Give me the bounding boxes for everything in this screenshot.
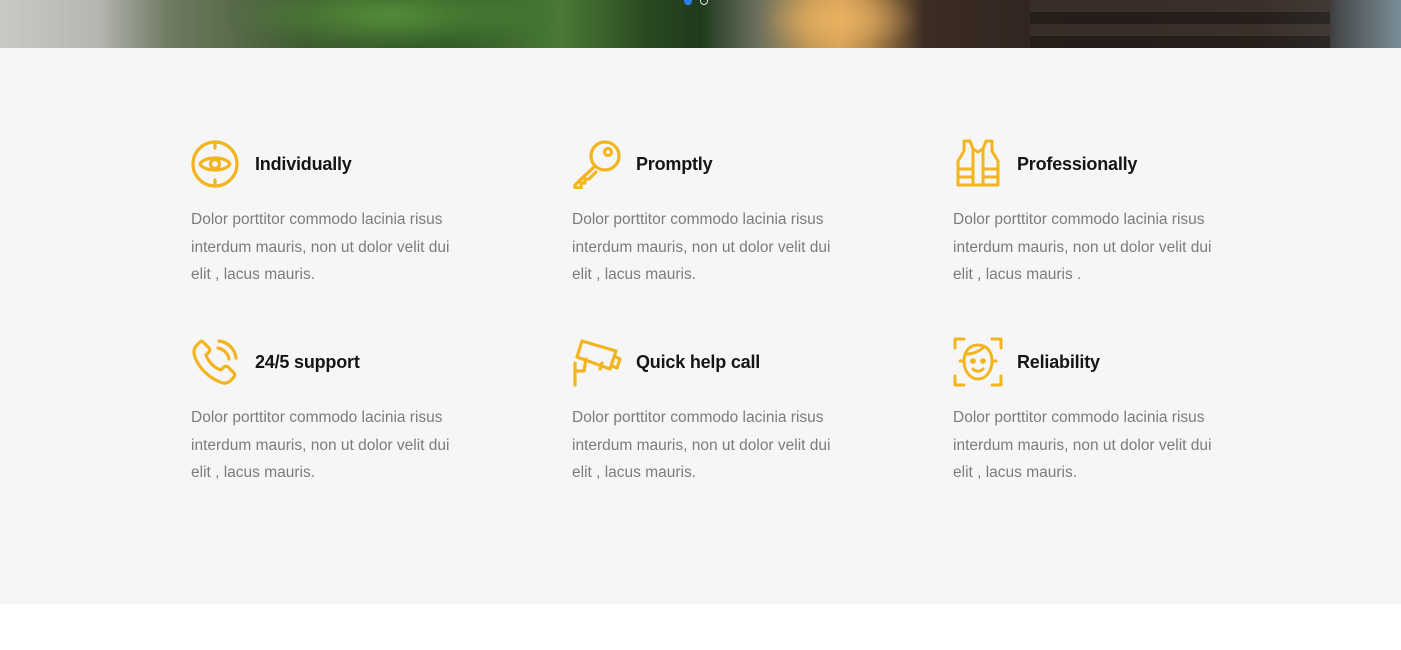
- feature-header: Individually: [191, 139, 572, 189]
- feature-title: Professionally: [1017, 153, 1138, 174]
- hero-foliage-blur: [230, 0, 550, 48]
- feature-description: Dolor porttitor commodo lacinia risus in…: [572, 211, 831, 283]
- slider-dot-2[interactable]: [700, 0, 708, 5]
- feature-title: Quick help call: [636, 351, 761, 372]
- phone-icon: [191, 337, 241, 387]
- feature-header: Professionally: [953, 139, 1253, 189]
- feature-reliability: Reliability Dolor porttitor commodo laci…: [953, 337, 1253, 535]
- hero-slider-dots: [684, 0, 708, 5]
- feature-header: 24/5 support: [191, 337, 572, 387]
- feature-title: Promptly: [636, 153, 713, 174]
- features-section: Individually Dolor porttitor commodo lac…: [0, 48, 1401, 604]
- feature-header: Quick help call: [572, 337, 953, 387]
- safety-vest-icon: [953, 139, 1003, 189]
- face-scan-icon: [953, 337, 1003, 387]
- feature-promptly: Promptly Dolor porttitor commodo lacinia…: [572, 139, 953, 337]
- feature-description: Dolor porttitor commodo lacinia risus in…: [191, 409, 450, 481]
- key-icon: [572, 139, 622, 189]
- feature-title: Reliability: [1017, 351, 1100, 372]
- security-camera-icon: [572, 337, 622, 387]
- slider-dot-1[interactable]: [684, 0, 692, 5]
- features-grid: Individually Dolor porttitor commodo lac…: [191, 139, 1253, 535]
- feature-quick-help-call: Quick help call Dolor porttitor commodo …: [572, 337, 953, 535]
- feature-title: Individually: [255, 153, 352, 174]
- feature-support: 24/5 support Dolor porttitor commodo lac…: [191, 337, 572, 535]
- feature-description: Dolor porttitor commodo lacinia risus in…: [572, 409, 831, 481]
- hero-banner-image: [0, 0, 1401, 48]
- feature-description: Dolor porttitor commodo lacinia risus in…: [191, 211, 450, 283]
- feature-header: Promptly: [572, 139, 953, 189]
- hero-edge: [1330, 0, 1401, 48]
- feature-individually: Individually Dolor porttitor commodo lac…: [191, 139, 572, 337]
- feature-professionally: Professionally Dolor porttitor commodo l…: [953, 139, 1253, 337]
- hero-stripes: [1030, 0, 1330, 48]
- feature-description: Dolor porttitor commodo lacinia risus in…: [953, 211, 1212, 283]
- feature-title: 24/5 support: [255, 351, 360, 372]
- hero-light-blur: [760, 0, 920, 48]
- feature-description: Dolor porttitor commodo lacinia risus in…: [953, 409, 1212, 481]
- target-disc-icon: [191, 139, 241, 189]
- feature-header: Reliability: [953, 337, 1253, 387]
